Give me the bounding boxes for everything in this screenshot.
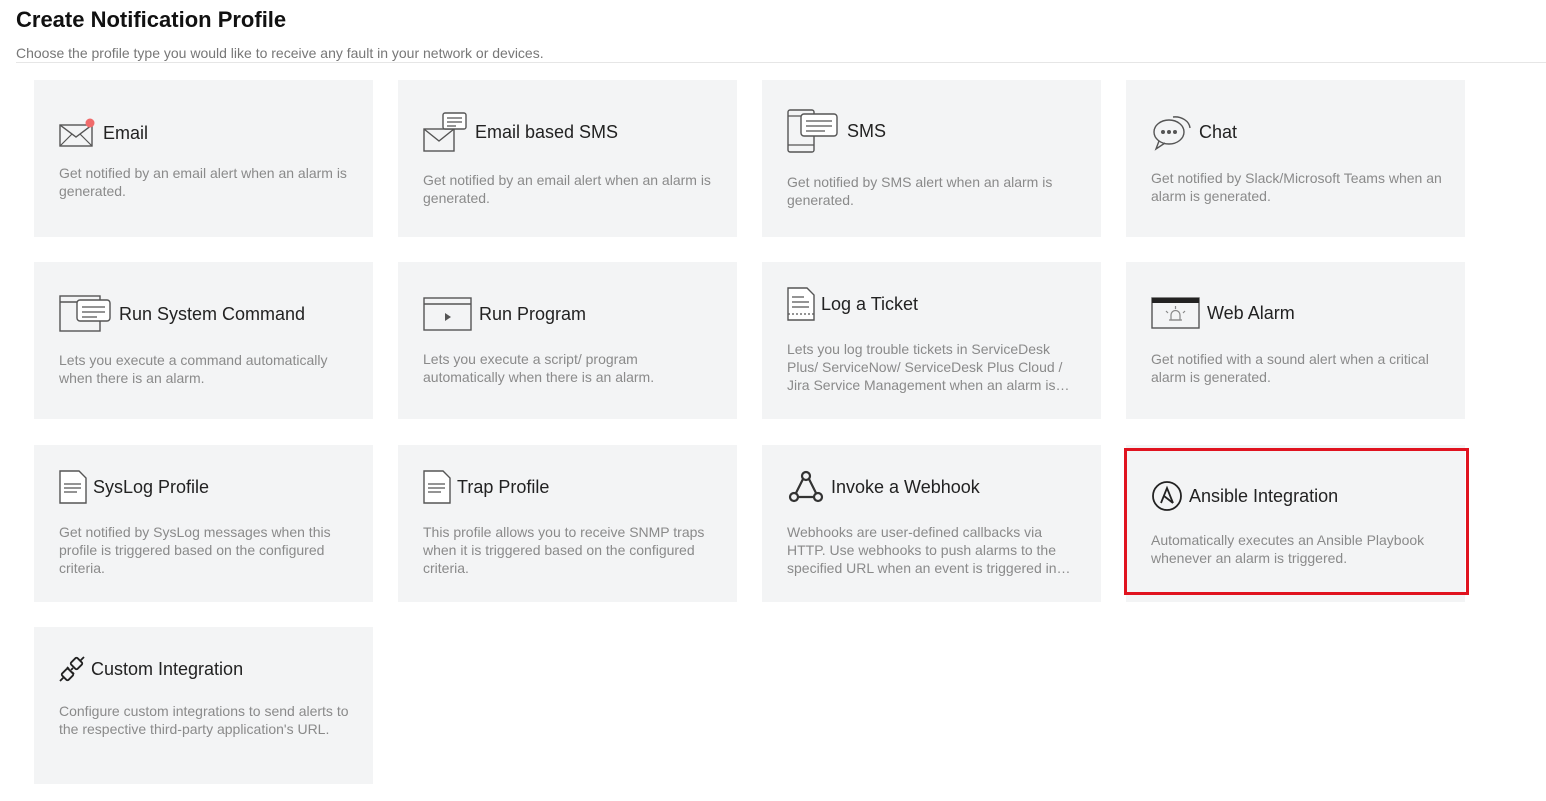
profile-title: SMS [847, 120, 887, 141]
web-alarm-icon [1151, 297, 1201, 329]
profile-description: Lets you execute a script/ program autom… [423, 351, 655, 385]
profile-title: SysLog Profile [93, 476, 210, 497]
profile-title: Web Alarm [1207, 302, 1295, 323]
profile-title: Run System Command [119, 303, 306, 324]
profile-description: Get notified with a sound alert when a c… [1151, 351, 1429, 385]
profile-card-webhook[interactable]: Invoke a Webhook Webhooks are user-defin… [762, 445, 1101, 602]
profile-description: This profile allows you to receive SNMP … [423, 524, 705, 576]
trap-icon [423, 470, 451, 504]
syslog-icon [59, 470, 87, 504]
profile-title: Run Program [479, 303, 587, 324]
profile-description: Get notified by an email alert when an a… [423, 172, 711, 206]
profile-title: Invoke a Webhook [831, 476, 980, 497]
profile-description: Lets you execute a command automatically… [59, 352, 328, 386]
header-divider [16, 62, 1546, 63]
custom-integration-icon [59, 656, 85, 682]
profile-description: Get notified by SysLog messages when thi… [59, 524, 331, 576]
profile-title: Email based SMS [475, 121, 619, 142]
profile-card-email-sms[interactable]: Email based SMS Get notified by an email… [398, 80, 737, 237]
profile-title: Log a Ticket [821, 293, 919, 314]
profile-card-sms[interactable]: SMS Get notified by SMS alert when an al… [762, 80, 1101, 237]
profile-card-run-system-command[interactable]: Run System Command Lets you execute a co… [34, 262, 373, 419]
sms-icon [787, 108, 841, 154]
profile-description: Configure custom integrations to send al… [59, 703, 349, 737]
profile-description: Lets you log trouble tickets in ServiceD… [787, 341, 1063, 393]
ansible-icon [1151, 480, 1183, 512]
profile-title: Email [103, 122, 149, 143]
page-title: Create Notification Profile [16, 7, 287, 32]
chat-icon [1151, 112, 1193, 152]
profile-card-trap[interactable]: Trap Profile This profile allows you to … [398, 445, 737, 602]
email-icon [59, 118, 97, 148]
program-icon [423, 297, 473, 331]
webhook-icon [787, 469, 825, 505]
profile-title: Trap Profile [457, 476, 550, 497]
profile-card-email[interactable]: Email Get notified by an email alert whe… [34, 80, 373, 237]
profile-card-web-alarm[interactable]: Web Alarm Get notified with a sound aler… [1126, 262, 1465, 419]
command-icon [59, 294, 113, 334]
profile-description: Get notified by Slack/Microsoft Teams wh… [1151, 170, 1442, 204]
profile-description: Webhooks are user-defined callbacks via … [787, 524, 1057, 576]
profile-card-log-a-ticket[interactable]: Log a Ticket Lets you log trouble ticket… [762, 262, 1101, 419]
profile-card-run-program[interactable]: Run Program Lets you execute a script/ p… [398, 262, 737, 419]
profile-description: Automatically executes an Ansible Playbo… [1151, 532, 1425, 566]
profile-title: Chat [1199, 121, 1238, 142]
profile-title: Custom Integration [91, 658, 244, 679]
email-sms-icon [423, 111, 469, 153]
profile-card-chat[interactable]: Chat Get notified by Slack/Microsoft Tea… [1126, 80, 1465, 237]
page-header: Create Notification Profile Choose the p… [16, 6, 544, 62]
profile-title: Ansible Integration [1189, 485, 1339, 506]
profile-card-custom-integration[interactable]: Custom Integration Configure custom inte… [34, 627, 373, 784]
profile-card-ansible-integration[interactable]: Ansible Integration Automatically execut… [1126, 445, 1465, 602]
ticket-icon [787, 287, 815, 321]
page-subtitle: Choose the profile type you would like t… [16, 45, 544, 61]
profile-description: Get notified by an email alert when an a… [59, 165, 347, 199]
profile-card-syslog[interactable]: SysLog Profile Get notified by SysLog me… [34, 445, 373, 602]
profile-description: Get notified by SMS alert when an alarm … [787, 174, 1053, 208]
